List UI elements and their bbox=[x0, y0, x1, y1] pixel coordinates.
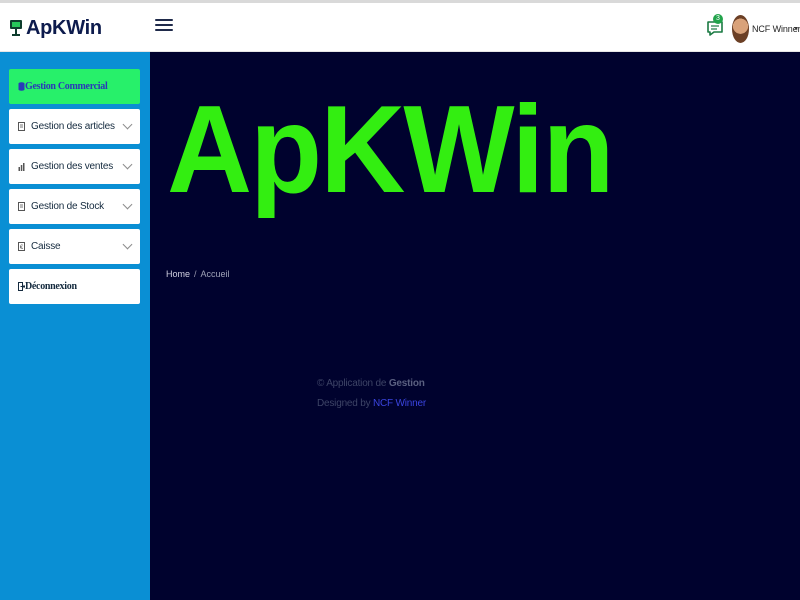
footer-credits: Designed by NCF Winner bbox=[317, 398, 426, 409]
sidebar-item-gestion-commercial[interactable]: Gestion Commercial bbox=[9, 69, 140, 104]
document-icon bbox=[18, 122, 25, 131]
sidebar-item-label: Gestion Commercial bbox=[25, 81, 108, 92]
breadcrumb-separator: / bbox=[194, 269, 197, 279]
breadcrumb-home-link[interactable]: Home bbox=[166, 269, 190, 279]
breadcrumb-current: Accueil bbox=[200, 269, 230, 279]
app-logo[interactable]: ApKWin bbox=[10, 15, 102, 41]
chevron-down-icon bbox=[122, 159, 133, 170]
sidebar-item-label: Gestion des ventes bbox=[31, 161, 114, 172]
footer-copyright: © Application de Gestion bbox=[317, 378, 425, 389]
designer-link[interactable]: NCF Winner bbox=[373, 398, 426, 409]
sidebar-item-gestion-stock[interactable]: Gestion de Stock bbox=[9, 189, 140, 224]
sidebar-item-label: Gestion de Stock bbox=[31, 201, 104, 212]
copyright-strong: Gestion bbox=[388, 378, 425, 389]
chevron-down-icon bbox=[122, 119, 133, 130]
cash-icon: € bbox=[18, 242, 25, 251]
top-navbar: ApKWin 3 NCF Winner bbox=[0, 3, 800, 52]
hamburger-line bbox=[155, 29, 173, 31]
menu-toggle-button[interactable] bbox=[155, 16, 173, 36]
sidebar-item-gestion-articles[interactable]: Gestion des articles bbox=[9, 109, 140, 144]
designed-by-text: Designed by bbox=[317, 398, 371, 409]
hamburger-line bbox=[155, 24, 173, 26]
computer-icon bbox=[10, 20, 22, 36]
hero-title: ApKWin bbox=[167, 81, 614, 219]
hamburger-line bbox=[155, 19, 173, 21]
sidebar-item-label: Gestion des articles bbox=[31, 121, 115, 132]
user-name[interactable]: NCF Winner bbox=[752, 24, 800, 34]
bar-chart-icon bbox=[18, 163, 25, 171]
sidebar: Gestion Commercial Gestion des articles … bbox=[0, 52, 150, 600]
breadcrumb: Home / Accueil bbox=[166, 269, 230, 279]
notification-badge: 3 bbox=[713, 14, 723, 24]
sidebar-item-deconnexion[interactable]: Déconnexion bbox=[9, 269, 140, 304]
chevron-down-icon bbox=[122, 239, 133, 250]
chevron-down-icon bbox=[122, 199, 133, 210]
logout-icon bbox=[18, 282, 25, 291]
sidebar-item-label: Déconnexion bbox=[25, 281, 77, 292]
user-avatar[interactable] bbox=[732, 15, 749, 43]
document-icon bbox=[18, 202, 25, 211]
sidebar-item-label: Caisse bbox=[31, 241, 61, 252]
sidebar-item-caisse[interactable]: € Caisse bbox=[9, 229, 140, 264]
sidebar-item-gestion-ventes[interactable]: Gestion des ventes bbox=[9, 149, 140, 184]
copyright-text: © Application de bbox=[317, 378, 387, 389]
app-name: ApKWin bbox=[26, 16, 102, 39]
chevron-down-icon[interactable] bbox=[794, 27, 798, 30]
database-icon bbox=[18, 82, 25, 91]
